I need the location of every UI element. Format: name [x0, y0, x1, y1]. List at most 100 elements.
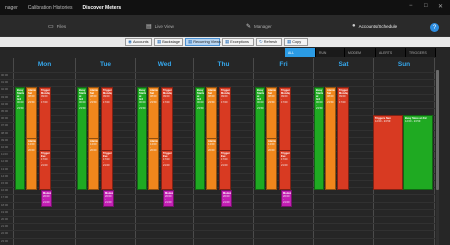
- refresh-button[interactable]: ↻ Refresh: [256, 38, 282, 46]
- recurring-label: Recurring Views: [193, 40, 221, 44]
- event-sub: Starts at 3rd: [197, 92, 205, 101]
- event-block-busy-wed[interactable]: Busy Starts at 3rd 00:00 - 23:59: [137, 87, 147, 190]
- hour-gridline: [0, 223, 435, 225]
- event-block-busy-wed[interactable]: Busy Starts at 3rd 00:00 - 23:59: [77, 87, 87, 190]
- tab-alerts[interactable]: ALERTS: [376, 48, 406, 57]
- nav-live-view[interactable]: ▤ Live View: [146, 15, 174, 37]
- hour-gridline: [0, 151, 435, 153]
- time-label: 00:00: [1, 73, 8, 77]
- hour-gridline: [0, 172, 435, 174]
- refresh-label: Refresh: [263, 40, 278, 44]
- event-block-modem-eve[interactable]: Modem 20:00 - 21:00: [163, 190, 174, 207]
- event-time: 09:00 - 17:00: [339, 95, 346, 104]
- day-header-thu: Thu: [217, 61, 230, 68]
- time-label: 19:00: [1, 209, 8, 214]
- event-time: 00:00 - 23:59: [197, 101, 204, 110]
- time-label: 10:00: [1, 145, 8, 149]
- copy-icon: ▦: [287, 39, 292, 44]
- hour-gridline: [0, 136, 435, 138]
- maximize-icon[interactable]: □: [424, 3, 428, 9]
- time-label: 07:00: [1, 123, 8, 128]
- scrollbar-thumb[interactable]: [436, 70, 439, 190]
- event-block-busy-wed[interactable]: Busy Starts at 3rd 00:00 - 23:59: [195, 87, 205, 190]
- day-header-sat: Sat: [338, 61, 349, 68]
- event-block-trig-eve[interactable]: Triggers Eve 17:00 - 21:00: [161, 150, 173, 190]
- nav-accounts-schedule[interactable]: ● Accounts/Schedule: [352, 15, 397, 37]
- tab-all[interactable]: ALL: [285, 48, 316, 57]
- nav-files[interactable]: ▭ Files: [48, 15, 66, 37]
- event-block-busy-wed[interactable]: Busy Starts at 3rd 00:00 - 23:59: [15, 87, 25, 190]
- event-block-trig-mon[interactable]: Triggers Monday 09:00 - 17:00: [337, 87, 349, 190]
- event-block-trig-eve[interactable]: Triggers Eve 17:00 - 21:00: [39, 150, 51, 190]
- event-time: 00:00 - 23:59: [17, 101, 24, 110]
- tab-modem[interactable]: MODEM: [345, 48, 376, 57]
- event-sub: Starts at 3rd: [316, 92, 324, 101]
- minimize-icon[interactable]: −: [409, 3, 413, 9]
- tab-run[interactable]: RUN: [316, 48, 345, 57]
- event-block-alarms-eve[interactable]: Alarms 14:00 - 20:00: [206, 138, 217, 190]
- event-block-alarms-eve[interactable]: Alarms 14:00 - 20:00: [148, 138, 159, 190]
- menu-calibration-histories[interactable]: Calibration Histories: [23, 5, 78, 11]
- event-block-busy-sun[interactable]: Busy Store at 3rd 12:00 - 23:59: [403, 115, 433, 190]
- recurring-views-button[interactable]: ▦ Recurring Views: [185, 38, 221, 46]
- hour-gridline: [0, 122, 435, 124]
- time-label: 06:00: [1, 116, 8, 121]
- event-block-modem-eve[interactable]: Modem 20:00 - 21:00: [41, 190, 52, 207]
- backstage-label: Backstage: [162, 40, 180, 44]
- nav-manager[interactable]: ✎ Manager: [246, 15, 272, 37]
- event-block-alarms-eve[interactable]: Alarms 14:00 - 20:00: [26, 138, 37, 190]
- menu-manager[interactable]: nager: [0, 5, 23, 11]
- copy-button[interactable]: ▦ Copy: [284, 38, 308, 46]
- event-block-trig-eve[interactable]: Triggers Eve 17:00 - 21:00: [101, 150, 113, 190]
- help-button[interactable]: ?: [430, 23, 439, 32]
- event-block-busy-wed[interactable]: Busy Starts at 3rd 00:00 - 23:59: [255, 87, 265, 190]
- event-time: 09:00 - 17:00: [221, 95, 228, 104]
- nav-accounts-label: Accounts/Schedule: [358, 23, 398, 29]
- backstage-button[interactable]: ▦ Backstage: [154, 38, 183, 46]
- hour-gridline: [0, 93, 435, 95]
- exceptions-button[interactable]: ▦ Exceptions: [222, 38, 254, 46]
- event-block-modem-eve[interactable]: Modem 20:00 - 21:00: [281, 190, 292, 207]
- event-time: 17:00 - 21:00: [221, 158, 228, 167]
- exceptions-label: Exceptions: [230, 40, 249, 44]
- event-time: 12:00 - 23:59: [405, 120, 421, 123]
- tab-triggers[interactable]: TRIGGERS: [406, 48, 436, 57]
- recurring-icon: ▦: [188, 39, 193, 44]
- event-time: 08:00 - 23:59: [268, 95, 275, 104]
- hour-gridline: [0, 201, 435, 203]
- event-block-busy-wed[interactable]: Busy Starts at 3rd 00:00 - 23:59: [314, 87, 324, 190]
- event-time: 20:00 - 21:00: [105, 195, 112, 204]
- event-block-modem-eve[interactable]: Modem 20:00 - 21:00: [221, 190, 232, 207]
- event-block-alarms-eve[interactable]: Alarms 14:00 - 20:00: [88, 138, 99, 190]
- event-block-alarms-eve[interactable]: Alarms 14:00 - 20:00: [266, 138, 277, 190]
- day-header-sun: Sun: [397, 61, 411, 68]
- day-header-tue: Tue: [99, 61, 112, 68]
- hour-gridline: [0, 79, 435, 81]
- event-time: 08:00 - 23:59: [28, 95, 35, 104]
- event-time: 00:00 - 23:59: [79, 101, 86, 110]
- time-label: 20:00: [1, 217, 8, 221]
- accounts-icon: ◉: [128, 39, 132, 44]
- nav-live-view-label: Live View: [154, 23, 174, 29]
- time-label: 05:00: [1, 109, 8, 113]
- accounts-label: Accounts: [132, 40, 149, 44]
- close-icon[interactable]: ✕: [438, 3, 443, 10]
- event-block-trig-sun[interactable]: Triggers Sun 12:00 - 23:59: [373, 115, 403, 190]
- accounts-button[interactable]: ◉ Accounts: [125, 38, 152, 46]
- event-time: 20:00 - 21:00: [283, 195, 290, 204]
- event-block-trig-eve[interactable]: Triggers Eve 17:00 - 21:00: [219, 150, 231, 190]
- time-label: 15:00: [1, 181, 8, 185]
- time-label: 04:00: [1, 101, 8, 106]
- event-block-alarm-sat[interactable]: Alarms Sat 08:00 - 23:59: [325, 87, 336, 190]
- time-label: 18:00: [1, 202, 8, 207]
- event-block-trig-eve[interactable]: Triggers Eve 17:00 - 21:00: [279, 150, 291, 190]
- time-label: 09:00: [1, 137, 8, 142]
- event-time: 14:00 - 20:00: [90, 143, 97, 152]
- hour-gridline: [0, 194, 435, 196]
- menu-discover-meters[interactable]: Discover Meters: [78, 5, 127, 11]
- time-label: 03:00: [1, 94, 8, 99]
- hour-gridline: [0, 165, 435, 167]
- event-time: 14:00 - 20:00: [208, 143, 215, 152]
- event-block-modem-eve[interactable]: Modem 20:00 - 21:00: [103, 190, 114, 207]
- event-time: 20:00 - 21:00: [43, 195, 50, 204]
